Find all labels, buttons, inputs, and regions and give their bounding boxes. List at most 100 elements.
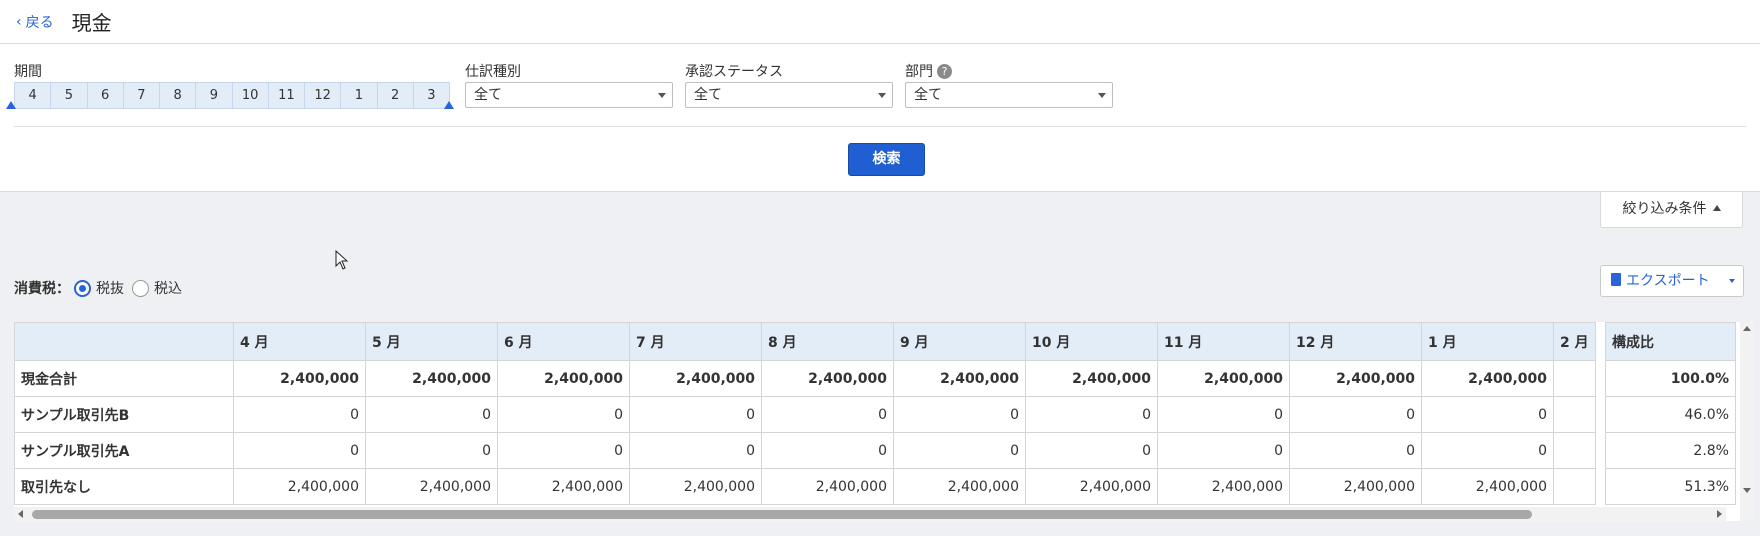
tax-excluded-label[interactable]: 税抜 <box>96 278 124 298</box>
column-header: 9 月 <box>893 322 1026 361</box>
cell: 2,400,000 <box>365 360 498 397</box>
column-separator <box>1595 360 1606 397</box>
tax-excluded-radio[interactable] <box>74 279 91 297</box>
divider <box>14 126 1746 127</box>
column-header: 8 月 <box>761 322 894 361</box>
department-label: 部門 <box>905 64 933 80</box>
cell: 0 <box>893 396 1026 433</box>
report-table-container[interactable]: 4 月 5 月 6 月 7 月 8 月 9 月 10 月 11 月 12 月 1… <box>14 322 1754 521</box>
cell: 2,400,000 <box>1421 468 1554 505</box>
horizontal-scrollbar[interactable] <box>14 507 1726 522</box>
cell: 2,400,000 <box>893 468 1026 505</box>
cell: 2,400,000 <box>1025 468 1158 505</box>
cell: 0 <box>233 432 366 469</box>
approval-status-value: 全て <box>694 87 722 103</box>
filter-toggle-button[interactable]: 絞り込み条件 <box>1600 192 1743 228</box>
journal-type-select[interactable]: 全て <box>465 82 673 108</box>
period-month[interactable]: 5 <box>51 83 88 108</box>
column-separator <box>1595 468 1606 505</box>
period-month[interactable]: 7 <box>124 83 160 108</box>
table-row: サンプル取引先A 0 0 0 0 0 0 0 0 0 0 2.8% <box>14 432 1736 469</box>
cell: 2,400,000 <box>497 468 630 505</box>
tax-included-label[interactable]: 税込 <box>154 278 182 298</box>
cell: 2,400,000 <box>233 468 366 505</box>
filter-panel: 期間 4 5 6 7 8 9 10 11 12 1 2 3 仕訳種別 全て 承認… <box>0 44 1760 192</box>
period-month[interactable]: 2 <box>378 83 414 108</box>
cell: 2,400,000 <box>761 360 894 397</box>
tax-included-radio[interactable] <box>132 279 149 297</box>
table-row: サンプル取引先B 0 0 0 0 0 0 0 0 0 0 46.0% <box>14 396 1736 433</box>
column-separator <box>1595 432 1606 469</box>
period-month[interactable]: 12 <box>305 83 342 108</box>
journal-type-label: 仕訳種別 <box>465 64 521 80</box>
period-month[interactable]: 10 <box>233 83 269 108</box>
approval-status-select[interactable]: 全て <box>685 82 893 108</box>
cell: 2,400,000 <box>1289 360 1422 397</box>
period-month[interactable]: 8 <box>160 83 197 108</box>
row-name: 現金合計 <box>14 360 234 397</box>
period-month[interactable]: 9 <box>196 83 233 108</box>
cell: 0 <box>233 396 366 433</box>
scrollbar-thumb[interactable] <box>32 510 1532 519</box>
column-separator <box>1595 322 1606 361</box>
ratio-cell: 100.0% <box>1605 360 1736 397</box>
period-month[interactable]: 1 <box>341 83 378 108</box>
corner-header <box>14 322 234 361</box>
chevron-left-icon: ‹ <box>16 13 22 30</box>
department-value: 全て <box>914 87 942 103</box>
cell: 2,400,000 <box>1289 468 1422 505</box>
page-title: 現金 <box>71 11 112 35</box>
cell: 0 <box>1289 396 1422 433</box>
cell: 0 <box>497 396 630 433</box>
cell: 0 <box>1025 432 1158 469</box>
period-month[interactable]: 11 <box>269 83 305 108</box>
cell: 2,400,000 <box>1025 360 1158 397</box>
column-header: 1 月 <box>1421 322 1554 361</box>
period-end-handle[interactable] <box>444 101 454 109</box>
cell: 2,400,000 <box>893 360 1026 397</box>
cell: 0 <box>1421 432 1554 469</box>
cell: 0 <box>497 432 630 469</box>
report-table: 4 月 5 月 6 月 7 月 8 月 9 月 10 月 11 月 12 月 1… <box>14 322 1736 505</box>
document-icon <box>1611 273 1621 286</box>
period-month[interactable]: 6 <box>88 83 124 108</box>
cell <box>1553 432 1596 469</box>
department-select[interactable]: 全て <box>905 82 1113 108</box>
row-name: 取引先なし <box>14 468 234 505</box>
ratio-cell: 46.0% <box>1605 396 1736 433</box>
cell: 0 <box>1157 396 1290 433</box>
caret-down-icon <box>1098 93 1106 98</box>
period-range-bar[interactable]: 4 5 6 7 8 9 10 11 12 1 2 3 <box>14 82 450 109</box>
scroll-up-arrow-icon[interactable] <box>1743 326 1751 331</box>
cell: 0 <box>365 396 498 433</box>
period-label: 期間 <box>14 64 42 80</box>
caret-down-icon <box>658 93 666 98</box>
tax-option-group: 消費税： 税抜 税込 <box>14 278 190 298</box>
column-header: 5 月 <box>365 322 498 361</box>
cell: 2,400,000 <box>497 360 630 397</box>
column-header: 7 月 <box>629 322 762 361</box>
cell: 0 <box>1289 432 1422 469</box>
export-label: エクスポート <box>1626 273 1710 289</box>
back-link[interactable]: ‹ 戻る <box>16 12 54 32</box>
period-start-handle[interactable] <box>6 101 16 109</box>
cell: 2,400,000 <box>629 360 762 397</box>
column-header: 6 月 <box>497 322 630 361</box>
export-button[interactable]: エクスポート <box>1600 265 1744 297</box>
cell: 2,400,000 <box>1157 468 1290 505</box>
cell: 2,400,000 <box>365 468 498 505</box>
period-month[interactable]: 4 <box>15 83 52 108</box>
scroll-down-arrow-icon[interactable] <box>1743 488 1751 493</box>
column-header: 4 月 <box>233 322 366 361</box>
search-button[interactable]: 検索 <box>848 143 925 176</box>
cell: 0 <box>365 432 498 469</box>
caret-up-icon <box>1712 205 1721 211</box>
tax-label: 消費税： <box>14 281 70 297</box>
approval-status-label: 承認ステータス <box>685 64 783 80</box>
scroll-left-arrow-icon[interactable] <box>18 510 23 518</box>
journal-type-value: 全て <box>474 87 502 103</box>
row-name: サンプル取引先A <box>14 432 234 469</box>
scroll-right-arrow-icon[interactable] <box>1717 510 1722 518</box>
help-icon[interactable]: ? <box>937 64 952 79</box>
vertical-scrollbar[interactable] <box>1740 322 1754 521</box>
